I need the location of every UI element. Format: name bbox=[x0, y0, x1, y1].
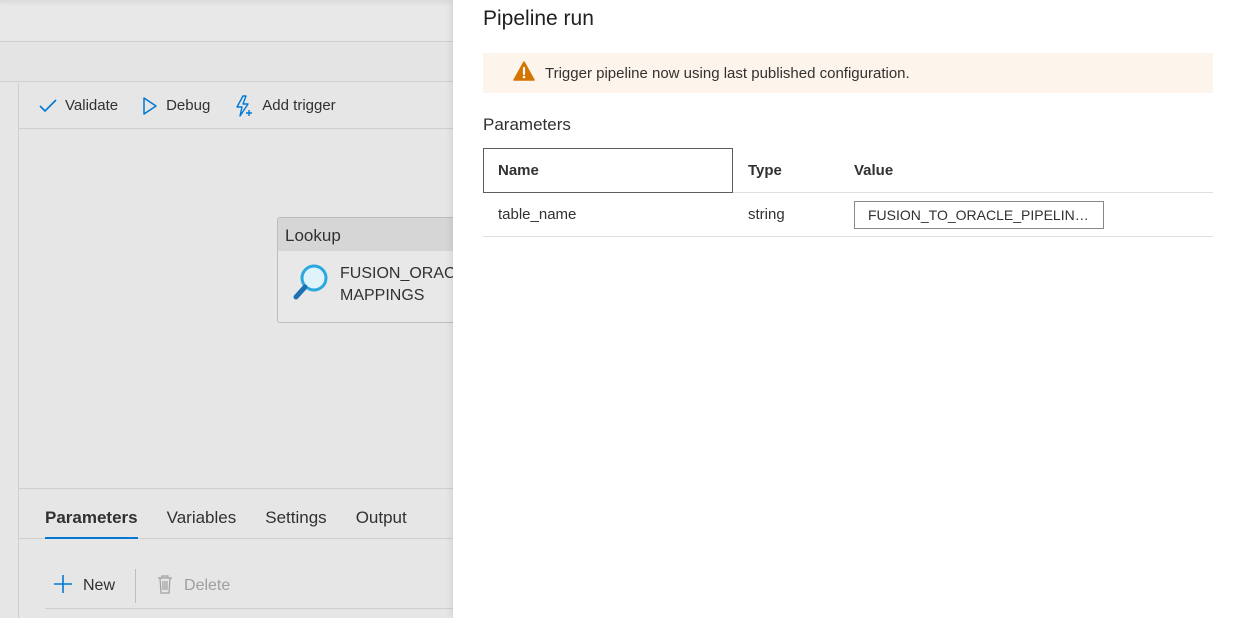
tab-strip bbox=[0, 43, 453, 82]
tab-settings[interactable]: Settings bbox=[265, 508, 326, 538]
play-icon bbox=[142, 96, 158, 115]
search-icon bbox=[292, 263, 330, 308]
banner-text: Trigger pipeline now using last publishe… bbox=[545, 64, 910, 82]
table-row: table_name string FUSION_TO_ORACLE_PIPEL… bbox=[483, 193, 1213, 237]
activity-name: FUSION_ORAC MAPPINGS bbox=[340, 263, 453, 307]
add-trigger-label: Add trigger bbox=[262, 97, 336, 114]
parameter-name: table_name bbox=[498, 206, 577, 223]
activity-name-line-1: FUSION_ORAC bbox=[340, 265, 453, 282]
tab-variables[interactable]: Variables bbox=[167, 508, 237, 538]
parameter-value-input[interactable]: FUSION_TO_ORACLE_PIPELINE_MAPPINGS bbox=[854, 201, 1104, 229]
column-header-type: Type bbox=[748, 161, 782, 179]
parameter-type: string bbox=[748, 206, 785, 223]
bottom-properties-panel: Parameters Variables Settings Output New… bbox=[19, 488, 453, 618]
new-parameter-button[interactable]: New bbox=[53, 574, 115, 599]
column-header-name: Name bbox=[498, 161, 539, 179]
pipeline-canvas[interactable]: Lookup FUSION_ORAC MAPPINGS bbox=[19, 130, 453, 488]
lookup-activity[interactable]: Lookup FUSION_ORAC MAPPINGS bbox=[277, 217, 453, 323]
column-header-value: Value bbox=[854, 161, 894, 179]
tab-parameters[interactable]: Parameters bbox=[45, 508, 138, 539]
trash-icon bbox=[156, 574, 174, 599]
divider bbox=[45, 608, 453, 609]
divider bbox=[135, 569, 137, 603]
top-bar bbox=[0, 0, 453, 42]
pipeline-run-panel: Pipeline run Trigger pipeline now using … bbox=[453, 0, 1242, 618]
parameters-table: Name Type Value table_name string FUSION… bbox=[483, 148, 1213, 237]
parameters-section-label: Parameters bbox=[483, 115, 571, 134]
warning-icon bbox=[513, 61, 535, 85]
parameter-actions: New Delete bbox=[19, 568, 453, 604]
validate-button[interactable]: Validate bbox=[39, 97, 118, 114]
debug-button[interactable]: Debug bbox=[142, 96, 211, 115]
checkmark-icon bbox=[39, 98, 57, 113]
plus-icon bbox=[53, 574, 73, 599]
warning-banner: Trigger pipeline now using last publishe… bbox=[483, 53, 1213, 93]
properties-tabs: Parameters Variables Settings Output bbox=[19, 489, 453, 539]
new-label: New bbox=[83, 577, 116, 594]
pipeline-editor-background: Validate Debug Add trigger Lookup FUSION… bbox=[0, 0, 453, 618]
activity-name-line-2: MAPPINGS bbox=[340, 287, 425, 304]
delete-parameter-button[interactable]: Delete bbox=[156, 574, 230, 599]
delete-label: Delete bbox=[184, 577, 231, 594]
table-header-row: Name Type Value bbox=[483, 148, 1213, 193]
panel-title: Pipeline run bbox=[483, 7, 594, 30]
activity-type-label: Lookup bbox=[278, 218, 453, 251]
tab-output[interactable]: Output bbox=[356, 508, 407, 538]
add-trigger-button[interactable]: Add trigger bbox=[234, 94, 336, 117]
lightning-add-icon bbox=[234, 94, 254, 117]
validate-label: Validate bbox=[65, 97, 119, 114]
pipeline-toolbar: Validate Debug Add trigger bbox=[19, 83, 453, 129]
debug-label: Debug bbox=[166, 97, 211, 114]
